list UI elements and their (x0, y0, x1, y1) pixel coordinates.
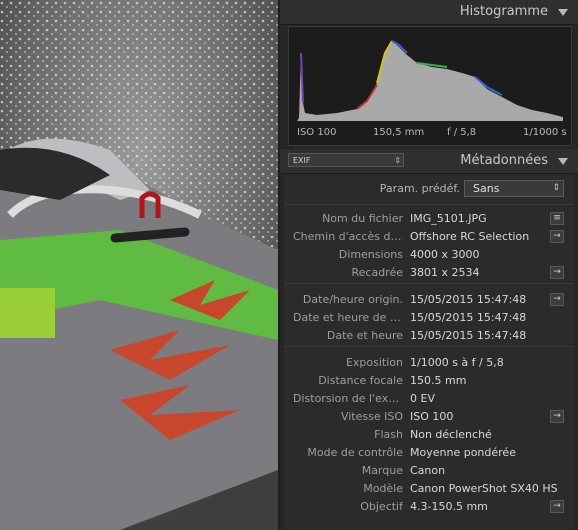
metadata-label: Distance focale (318, 374, 403, 387)
metadata-view-value: EXIF (293, 156, 311, 165)
metadata-label: Modèle (363, 482, 403, 495)
metadata-value: 150.5 mm (410, 374, 467, 387)
metadata-label: Chemin d'accès de... (293, 230, 403, 243)
metadata-row: Nom du fichier IMG_5101.JPG ≡ (284, 210, 574, 228)
histogram-focal: 150,5 mm (373, 127, 425, 138)
preset-value: Sans (473, 182, 500, 195)
arrow-right-icon[interactable]: → (550, 293, 564, 306)
metadata-row: Modèle Canon PowerShot SX40 HS (284, 480, 574, 498)
metadata-label: Mode de contrôle (307, 446, 403, 459)
boat-photo (0, 0, 278, 530)
arrow-right-icon[interactable]: → (550, 500, 564, 513)
metadata-row: Mode de contrôle Moyenne pondérée (284, 444, 574, 462)
metadata-row: Vitesse ISO ISO 100 → (284, 408, 574, 426)
photo-preview[interactable] (0, 0, 278, 530)
histogram-aperture: f / 5,8 (447, 127, 477, 138)
metadata-row: Recadrée 3801 x 2534 → (284, 264, 574, 282)
metadata-row: Exposition 1/1000 s à f / 5,8 (284, 354, 574, 372)
histogram[interactable]: ISO 100 150,5 mm f / 5,8 1/1000 s (288, 26, 572, 146)
preset-row: Param. prédéf. Sans ⇕ (284, 174, 574, 205)
collapse-triangle-icon[interactable] (558, 158, 568, 165)
metadata-label: Vitesse ISO (340, 410, 403, 423)
metadata-row: Flash Non déclenché (284, 426, 574, 444)
metadata-title: Métadonnées (460, 153, 548, 168)
metadata-body: Param. prédéf. Sans ⇕ Nom du fichier IMG_… (284, 174, 574, 530)
metadata-row: Chemin d'accès de... Offshore RC Selectio… (284, 228, 574, 246)
metadata-value: 1/1000 s à f / 5,8 (410, 356, 504, 369)
metadata-value: ISO 100 (410, 410, 454, 423)
metadata-label: Objectif (360, 500, 403, 513)
metadata-value: 4000 x 3000 (410, 248, 480, 261)
metadata-label: Nom du fichier (322, 212, 403, 225)
list-icon[interactable]: ≡ (550, 212, 564, 225)
preset-label: Param. prédéf. (379, 182, 460, 195)
metadata-label: Date et heure (326, 329, 403, 342)
metadata-value: 15/05/2015 15:47:48 (410, 329, 527, 342)
histogram-header[interactable]: Histogramme (280, 0, 578, 25)
select-arrows-icon: ⇕ (552, 183, 560, 193)
metadata-value: Canon (410, 464, 446, 477)
metadata-row: Dimensions 4000 x 3000 (284, 246, 574, 264)
metadata-value: 4.3-150.5 mm (410, 500, 488, 513)
metadata-view-select[interactable]: EXIF ⇕ (288, 153, 404, 167)
metadata-header[interactable]: EXIF ⇕ Métadonnées (280, 149, 578, 174)
right-panel: Histogramme ISO 100 150,5 mm f / 5,8 1/1… (280, 0, 578, 530)
metadata-label: Distorsion de l'exp... (293, 392, 403, 405)
metadata-label: Date/heure origin. (302, 293, 403, 306)
arrow-right-icon[interactable]: → (550, 266, 564, 279)
metadata-value: 15/05/2015 15:47:48 (410, 311, 527, 324)
collapse-triangle-icon[interactable] (558, 9, 568, 16)
arrow-right-icon[interactable]: → (550, 410, 564, 423)
histogram-shutter: 1/1000 s (523, 127, 567, 138)
arrow-right-icon[interactable]: → (550, 230, 564, 243)
metadata-value: 0 EV (410, 392, 435, 405)
metadata-value: 3801 x 2534 (410, 266, 480, 279)
metadata-value: IMG_5101.JPG (410, 212, 487, 225)
metadata-row: Distance focale 150.5 mm (284, 372, 574, 390)
metadata-label: Recadrée (351, 266, 403, 279)
metadata-row: Date et heure de n... 15/05/2015 15:47:48 (284, 309, 574, 327)
metadata-label: Exposition (345, 356, 403, 369)
histogram-iso: ISO 100 (297, 127, 337, 138)
metadata-row: Distorsion de l'exp... 0 EV (284, 390, 574, 408)
metadata-value: Moyenne pondérée (410, 446, 516, 459)
metadata-label: Dimensions (338, 248, 403, 261)
preset-select[interactable]: Sans ⇕ (464, 180, 564, 197)
metadata-row: Date/heure origin. 15/05/2015 15:47:48 → (284, 291, 574, 309)
group-separator (284, 283, 574, 284)
metadata-row: Marque Canon (284, 462, 574, 480)
metadata-value: Offshore RC Selection (410, 230, 530, 243)
group-separator (284, 346, 574, 347)
metadata-value: 15/05/2015 15:47:48 (410, 293, 527, 306)
metadata-label: Date et heure de n... (293, 311, 403, 324)
histogram-graph (297, 40, 563, 121)
metadata-label: Flash (374, 428, 403, 441)
metadata-row: Objectif 4.3-150.5 mm → (284, 498, 574, 516)
select-arrows-icon: ⇕ (394, 156, 401, 165)
metadata-value: Canon PowerShot SX40 HS (410, 482, 558, 495)
metadata-row: Date et heure 15/05/2015 15:47:48 (284, 327, 574, 345)
metadata-value: Non déclenché (410, 428, 492, 441)
histogram-title: Histogramme (459, 4, 548, 19)
metadata-label: Marque (361, 464, 403, 477)
